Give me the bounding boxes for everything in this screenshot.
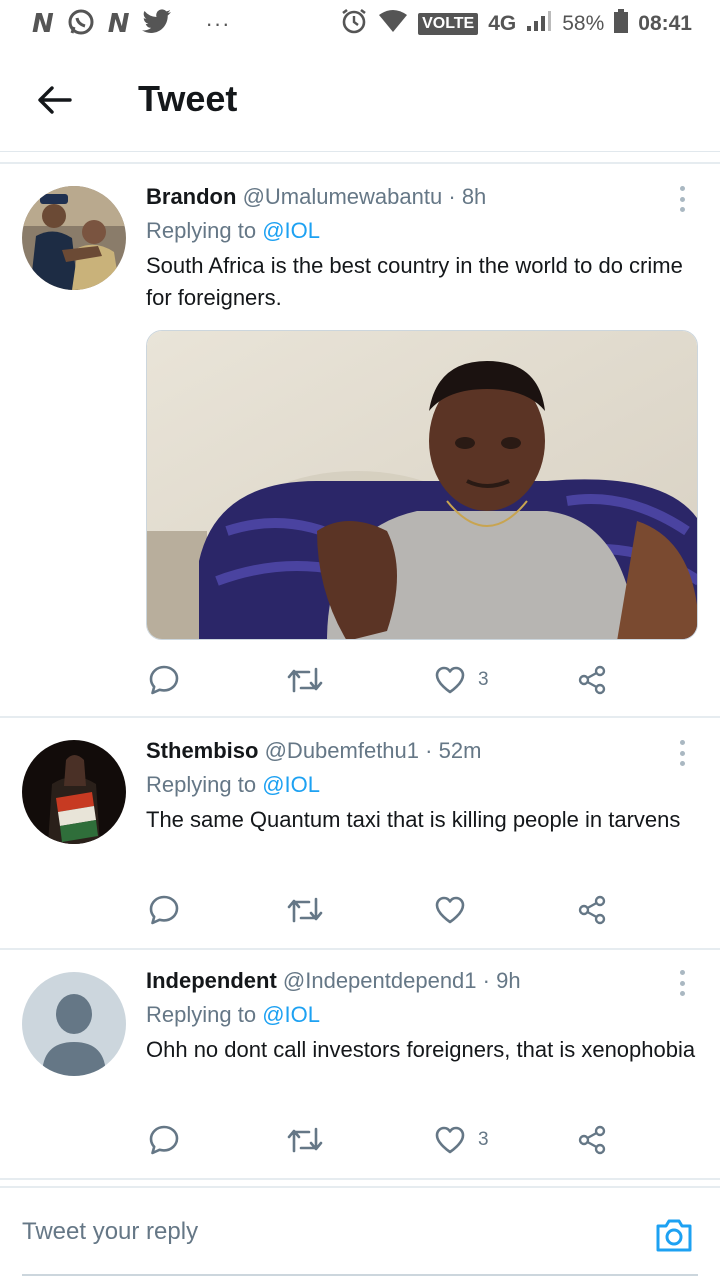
tweet-content: Sthembiso @Dubemfethu1 · 52m Replying to… [146, 736, 698, 836]
header-divider [0, 162, 720, 164]
notification-icons: N N ··· [32, 7, 231, 42]
like-count: 3 [478, 669, 489, 690]
replying-to: Replying to @IOL [146, 770, 698, 800]
reply-composer: Tweet your reply [0, 1186, 720, 1281]
battery-percent: 58% [562, 12, 605, 35]
reply-icon [149, 1125, 179, 1155]
tweet-content: Independent @Indepentdepend1 · 9h Replyi… [146, 966, 698, 1066]
user-handle[interactable]: @Umalumewabantu [243, 184, 443, 209]
replying-to: Replying to @IOL [146, 1000, 698, 1030]
like-button[interactable]: 3 [434, 1120, 489, 1160]
reply-button[interactable] [148, 1120, 192, 1160]
avatar[interactable] [22, 740, 126, 844]
news-app-icon: N [32, 9, 54, 39]
back-button[interactable] [34, 84, 74, 116]
alarm-icon [340, 7, 368, 41]
tweet[interactable]: Brandon @Umalumewabantu · 8h Replying to… [0, 166, 720, 718]
status-bar: N N ··· VOLTE 4G 58% 08:41 [0, 0, 720, 48]
tweet[interactable]: Sthembiso @Dubemfethu1 · 52m Replying to… [0, 718, 720, 950]
retweet-button[interactable] [286, 660, 336, 700]
tweet-text: South Africa is the best country in the … [146, 253, 683, 310]
share-icon [578, 665, 606, 695]
replying-to: Replying to @IOL [146, 216, 698, 246]
clock: 08:41 [638, 12, 692, 35]
more-notifications-indicator: ··· [205, 11, 231, 36]
replying-prefix: Replying to [146, 218, 257, 243]
tweet-header: Sthembiso @Dubemfethu1 · 52m [146, 736, 698, 766]
tweet-time[interactable]: 8h [462, 184, 486, 209]
system-indicators: VOLTE 4G 58% 08:41 [340, 7, 692, 41]
reply-input[interactable]: Tweet your reply [22, 1218, 198, 1246]
network-type: 4G [488, 12, 517, 35]
retweet-icon [287, 667, 323, 693]
mention-link[interactable]: @IOL [262, 218, 320, 243]
tweet-time[interactable]: 52m [439, 738, 482, 763]
top-app-bar: Tweet [0, 48, 720, 152]
camera-icon [656, 1219, 692, 1252]
separator-dot: · [425, 738, 433, 763]
volte-badge: VOLTE [418, 13, 479, 35]
separator-dot: · [482, 968, 490, 993]
share-button[interactable] [576, 1120, 608, 1160]
retweet-button[interactable] [286, 890, 336, 930]
tweet-actions: 3 [146, 660, 616, 700]
like-button[interactable] [434, 890, 478, 930]
wifi-icon [378, 9, 408, 39]
replying-prefix: Replying to [146, 1002, 257, 1027]
replying-prefix: Replying to [146, 772, 257, 797]
tweet-header: Brandon @Umalumewabantu · 8h [146, 182, 698, 212]
back-arrow-icon [38, 86, 72, 114]
reply-input-underline [22, 1274, 698, 1276]
display-name[interactable]: Independent [146, 968, 277, 993]
tweet-actions [146, 890, 616, 930]
tweet-time[interactable]: 9h [496, 968, 520, 993]
like-icon [435, 1126, 465, 1154]
tweet[interactable]: Independent @Indepentdepend1 · 9h Replyi… [0, 950, 720, 1180]
tweet-header: Independent @Indepentdepend1 · 9h [146, 966, 698, 996]
news-app-icon-2: N [107, 9, 130, 39]
retweet-icon [287, 897, 323, 923]
tweet-image[interactable] [146, 330, 698, 640]
like-count: 3 [478, 1129, 489, 1150]
reply-button[interactable] [148, 660, 192, 700]
mention-link[interactable]: @IOL [262, 1002, 320, 1027]
reply-button[interactable] [148, 890, 192, 930]
like-button[interactable]: 3 [434, 660, 489, 700]
display-name[interactable]: Sthembiso [146, 738, 258, 763]
camera-button[interactable] [654, 1216, 694, 1254]
tweet-text: The same Quantum taxi that is killing pe… [146, 807, 681, 832]
avatar[interactable] [22, 186, 126, 290]
share-button[interactable] [576, 660, 608, 700]
reply-icon [149, 895, 179, 925]
share-icon [578, 1125, 606, 1155]
tweet-content: Brandon @Umalumewabantu · 8h Replying to… [146, 182, 698, 314]
avatar[interactable] [22, 972, 126, 1076]
whatsapp-icon [66, 7, 96, 42]
display-name[interactable]: Brandon [146, 184, 236, 209]
tweet-text: Ohh no dont call investors foreigners, t… [146, 1037, 696, 1062]
user-handle[interactable]: @Indepentdepend1 [283, 968, 477, 993]
signal-icon [526, 10, 552, 38]
share-button[interactable] [576, 890, 608, 930]
battery-icon [614, 9, 629, 39]
share-icon [578, 895, 606, 925]
user-handle[interactable]: @Dubemfethu1 [265, 738, 419, 763]
mention-link[interactable]: @IOL [262, 772, 320, 797]
twitter-bird-icon [141, 8, 172, 40]
separator-dot: · [448, 184, 456, 209]
like-icon [435, 666, 465, 694]
retweet-icon [287, 1127, 323, 1153]
retweet-button[interactable] [286, 1120, 336, 1160]
like-icon [435, 896, 465, 924]
tweet-actions: 3 [146, 1120, 616, 1160]
page-title: Tweet [138, 78, 238, 119]
reply-icon [149, 665, 179, 695]
